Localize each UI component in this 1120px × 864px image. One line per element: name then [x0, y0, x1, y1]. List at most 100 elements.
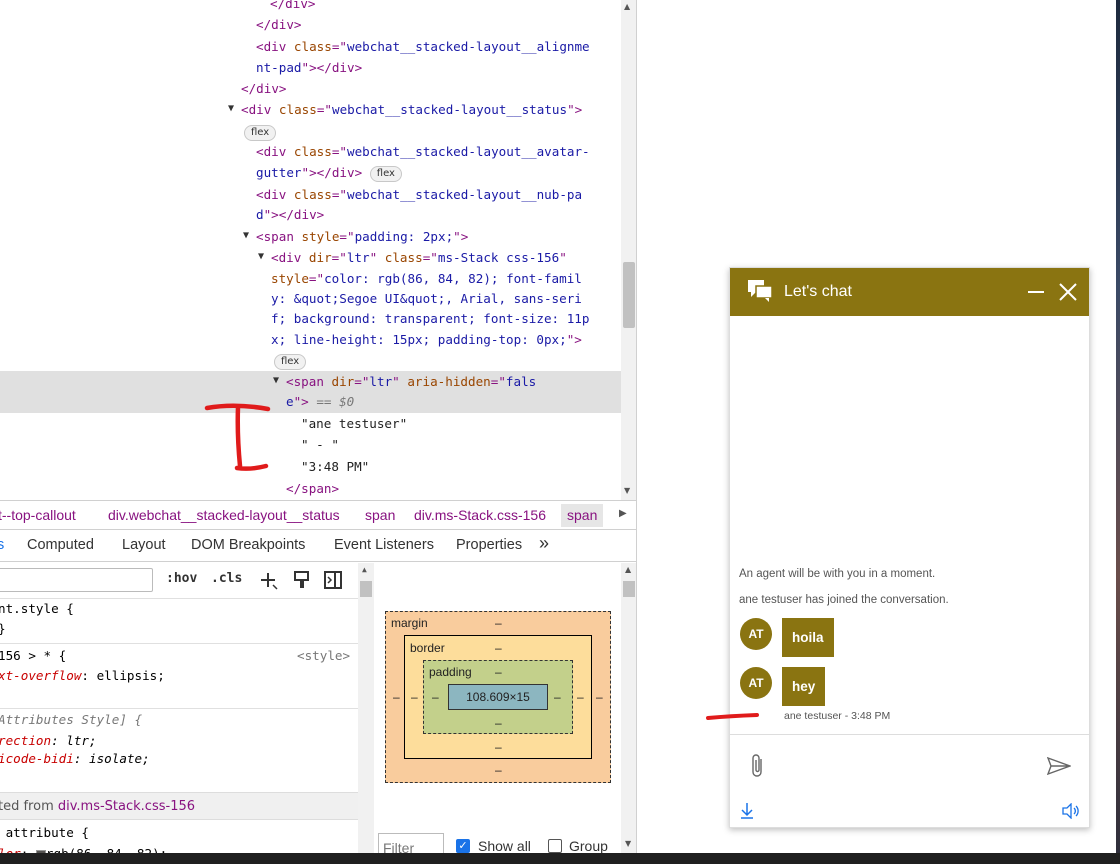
box-model-content-size[interactable]: 108.609×15 [448, 684, 548, 710]
breadcrumb-item[interactable]: t--top-callout [0, 507, 76, 523]
system-message: ane testuser has joined the conversation… [739, 594, 949, 606]
dom-line[interactable]: </span> [286, 478, 339, 499]
group-checkbox[interactable] [548, 839, 562, 853]
breadcrumb-item-active[interactable]: span [561, 504, 604, 527]
tab-styles[interactable]: s [0, 537, 4, 553]
style-selector[interactable]: Attributes Style] { [0, 710, 142, 729]
style-selector[interactable]: 156 > * { [0, 646, 66, 665]
style-declaration[interactable]: xt-overflow: ellipsis; [0, 666, 165, 685]
border-left-value[interactable]: – [411, 690, 418, 704]
scroll-up-icon[interactable]: ▲ [624, 2, 630, 11]
download-arrow-icon[interactable] [740, 802, 754, 820]
padding-left-value[interactable]: – [432, 690, 439, 704]
margin-top-value[interactable]: – [495, 616, 502, 630]
expand-triangle-icon[interactable]: ▼ [243, 230, 249, 241]
margin-left-value[interactable]: – [393, 690, 400, 704]
border-top-value[interactable]: – [495, 641, 502, 655]
screen: </div> </div> <div class="webchat__stack… [0, 0, 1120, 864]
inherited-node-link[interactable]: div.ms-Stack.css-156 [58, 799, 195, 814]
scroll-up-icon[interactable]: ▲ [362, 565, 367, 574]
style-selector[interactable]: attribute { [0, 823, 89, 842]
paperclip-icon[interactable] [750, 753, 766, 779]
style-declaration[interactable]: icode-bidi: isolate; [0, 749, 150, 768]
style-declaration[interactable]: rection: ltr; [0, 731, 97, 750]
styles-filter-input[interactable] [0, 568, 153, 592]
scrollbar-thumb[interactable] [360, 581, 372, 597]
minimize-icon[interactable] [1027, 283, 1045, 301]
padding-right-value[interactable]: – [554, 690, 561, 704]
dom-line[interactable]: y: &quot;Segoe UI&quot;, Arial, sans-ser… [271, 288, 582, 309]
dom-line-selected[interactable]: <span dir="ltr" aria-hidden="fals [286, 371, 536, 392]
speaker-icon[interactable] [1062, 803, 1080, 819]
dom-line[interactable]: <div class="webchat__stacked-layout__nub… [256, 184, 582, 205]
dom-text-node[interactable]: "3:48 PM" [301, 456, 369, 477]
flex-badge[interactable]: flex [274, 353, 307, 370]
flex-badge[interactable]: flex [369, 165, 402, 182]
expand-triangle-icon[interactable]: ▼ [273, 375, 279, 386]
tab-layout[interactable]: Layout [122, 537, 166, 553]
elements-tree[interactable]: </div> </div> <div class="webchat__stack… [0, 0, 621, 500]
scrollbar-thumb[interactable] [623, 581, 635, 597]
dom-line[interactable]: <span style="padding: 2px;"> [256, 226, 468, 247]
show-all-checkbox[interactable]: ✓ [456, 839, 470, 853]
dom-line[interactable]: </div> [270, 0, 316, 14]
send-box[interactable] [730, 734, 1089, 794]
avatar: AT [740, 618, 772, 650]
dom-line-selected[interactable]: e"> == $0 [286, 391, 354, 412]
divider [0, 643, 358, 644]
dom-line[interactable]: d"></div> [256, 204, 324, 225]
dom-line[interactable]: <div class="webchat__stacked-layout__ava… [256, 141, 590, 162]
dom-line[interactable]: style="color: rgb(86, 84, 82); font-fami… [271, 268, 582, 289]
scrollbar-thumb[interactable] [623, 262, 635, 328]
padding-top-value[interactable]: – [495, 665, 502, 679]
dom-text-node[interactable]: "ane testuser" [301, 413, 407, 434]
dom-line[interactable]: <div class="webchat__stacked-layout__ali… [256, 36, 590, 57]
expand-triangle-icon[interactable]: ▼ [258, 251, 264, 262]
tab-properties[interactable]: Properties [456, 537, 522, 553]
flex-badge[interactable]: flex [244, 124, 277, 141]
padding-bottom-value[interactable]: – [495, 716, 502, 730]
dom-line[interactable]: x; line-height: 15px; padding-top: 0px;"… [271, 329, 582, 350]
toggle-sidebar-icon[interactable] [324, 571, 342, 589]
dom-text-node[interactable]: " - " [301, 434, 339, 455]
margin-right-value[interactable]: – [596, 690, 603, 704]
more-tabs-icon[interactable]: » [539, 533, 549, 554]
scroll-down-icon[interactable]: ▼ [624, 486, 630, 495]
elements-scrollbar[interactable]: ▲ ▼ [621, 0, 636, 500]
dom-line[interactable]: <div class="webchat__stacked-layout__sta… [241, 99, 582, 120]
send-icon[interactable] [1047, 757, 1071, 775]
dom-line: flex [244, 121, 277, 142]
breadcrumb-item[interactable]: span [365, 507, 395, 523]
scroll-down-icon[interactable]: ▼ [625, 839, 631, 848]
dom-line[interactable]: gutter"></div> flex [256, 162, 402, 183]
dom-line[interactable]: </div> [256, 14, 302, 35]
scroll-up-icon[interactable]: ▲ [625, 565, 631, 574]
tab-dom-breakpoints[interactable]: DOM Breakpoints [191, 537, 305, 553]
dom-line[interactable]: nt-pad"></div> [256, 57, 362, 78]
close-icon[interactable] [1059, 283, 1077, 301]
border-right-value[interactable]: – [577, 690, 584, 704]
box-model-scrollbar[interactable]: ▲ ▼ [621, 563, 636, 864]
new-style-rule-icon[interactable] [259, 571, 279, 591]
chat-bubbles-icon [748, 280, 773, 302]
dom-line[interactable]: </div> [241, 78, 287, 99]
margin-bottom-value[interactable]: – [495, 763, 502, 777]
breadcrumb-item[interactable]: div.ms-Stack.css-156 [414, 507, 546, 523]
dom-line[interactable]: <div dir="ltr" class="ms-Stack css-156" [271, 247, 567, 268]
message-bubble: hoila [782, 618, 834, 657]
style-selector[interactable]: nt.style { [0, 599, 74, 618]
group-label: Group [569, 838, 608, 854]
border-bottom-value[interactable]: – [495, 740, 502, 754]
cls-toggle[interactable]: .cls [211, 571, 242, 586]
inherited-label: ted from div.ms-Stack.css-156 [0, 799, 196, 814]
breadcrumb-item[interactable]: div.webchat__stacked-layout__status [108, 507, 340, 523]
styles-scrollbar[interactable]: ▲ ▼ [358, 563, 374, 864]
tab-computed[interactable]: Computed [27, 537, 94, 553]
hov-toggle[interactable]: :hov [166, 571, 197, 586]
style-source-link[interactable]: <style> [297, 646, 350, 665]
tab-event-listeners[interactable]: Event Listeners [334, 537, 434, 553]
dom-line[interactable]: f; background: transparent; font-size: 1… [271, 308, 589, 329]
breadcrumb-scroll-right-icon[interactable]: ▶ [619, 508, 627, 519]
paint-brush-icon[interactable] [293, 571, 311, 589]
expand-triangle-icon[interactable]: ▼ [228, 103, 234, 114]
